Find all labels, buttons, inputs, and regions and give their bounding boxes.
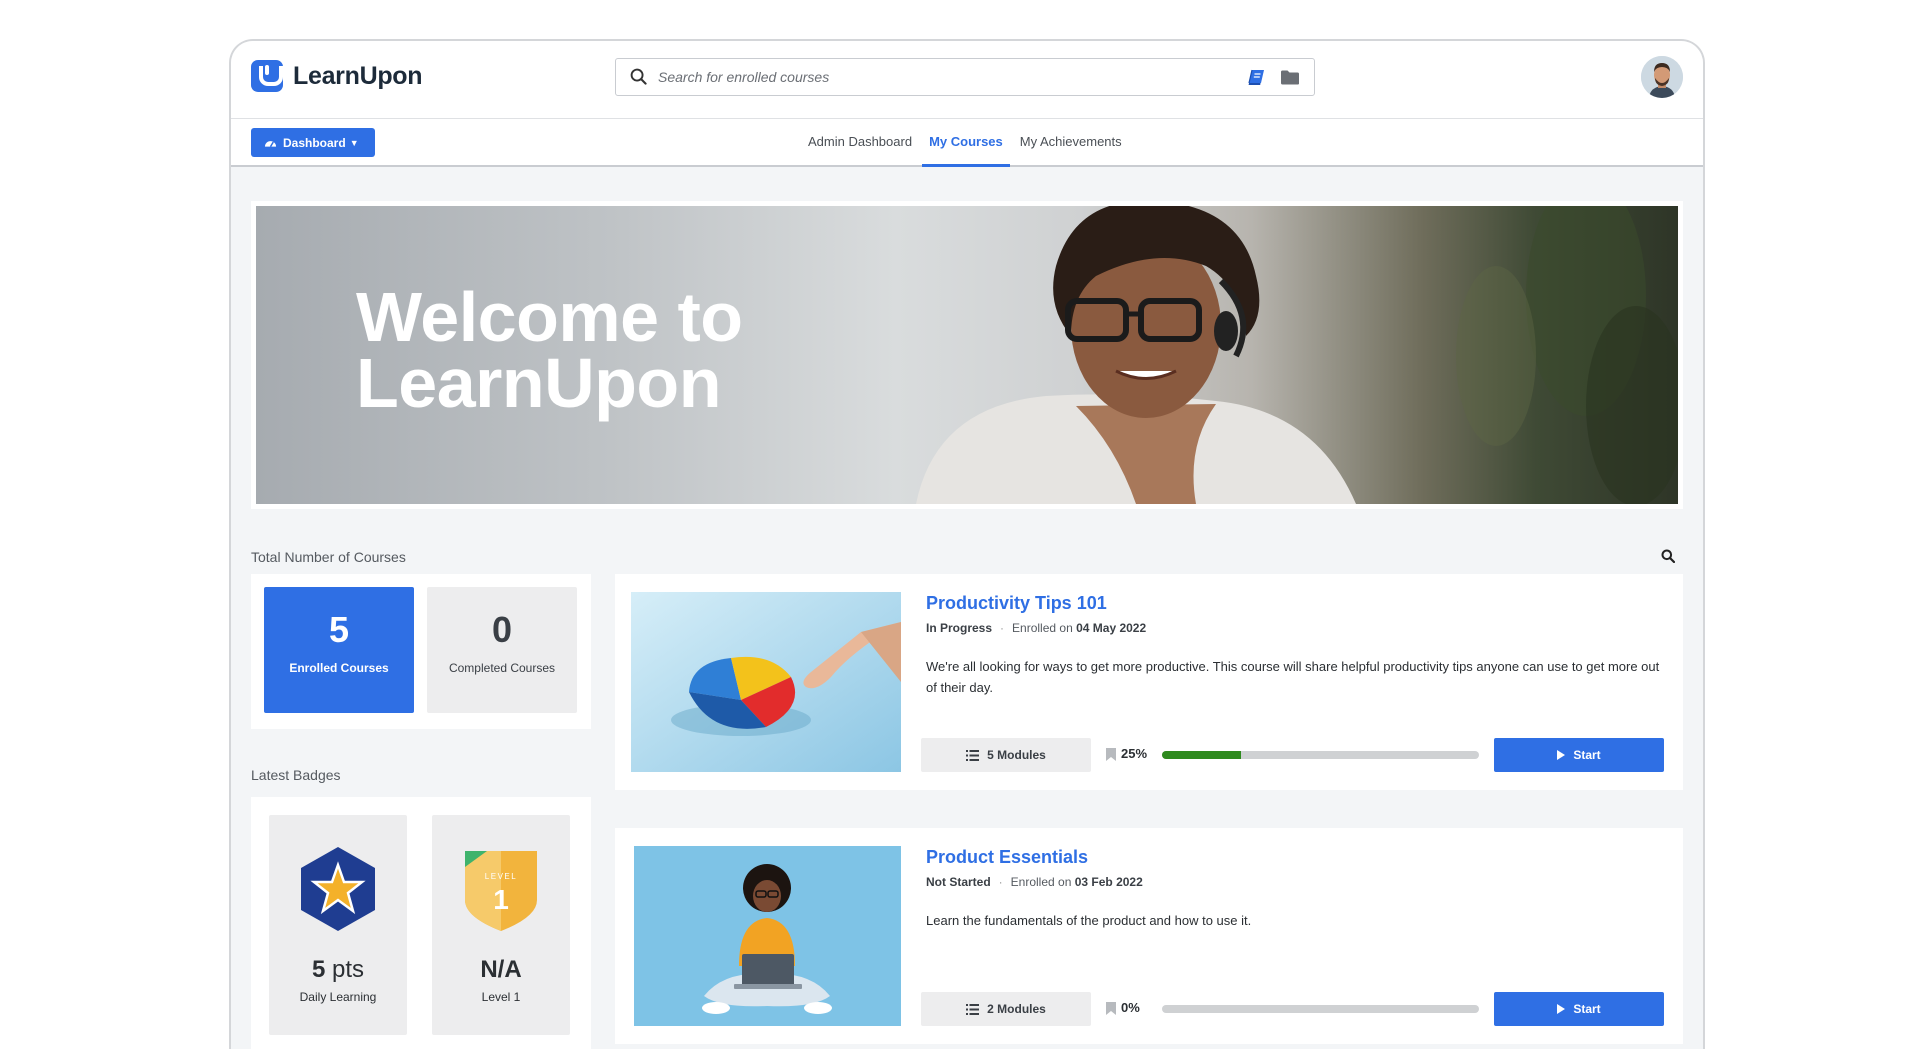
modules-button[interactable]: 5 Modules — [921, 738, 1091, 772]
latest-badges-card: 5 pts Daily Learning LEVEL 1 N/A Level 1 — [251, 797, 591, 1049]
progress-percent: 0% — [1121, 1000, 1140, 1015]
course-card-productivity-tips: Productivity Tips 101 In Progress · Enroll… — [615, 574, 1683, 790]
folder-icon[interactable] — [1280, 69, 1300, 86]
tab-my-courses[interactable]: My Courses — [922, 119, 1010, 167]
progress-bar — [1162, 751, 1479, 759]
book-icon[interactable] — [1248, 69, 1266, 86]
course-meta: Not Started · Enrolled on 03 Feb 2022 — [926, 875, 1143, 889]
banner-title-line-2: LearnUpon — [356, 344, 721, 422]
meta-separator: · — [1000, 621, 1005, 635]
badge-points-value: 5 — [311, 956, 326, 983]
student-laptop-thumbnail-image — [634, 846, 901, 1026]
badge-label: Level 1 — [481, 990, 521, 1004]
level-shield-badge-icon: LEVEL 1 — [465, 851, 537, 931]
progress-bar — [1162, 1005, 1479, 1013]
dashboard-button-label: Dashboard — [283, 135, 346, 150]
completed-courses-stat[interactable]: 0 Completed Courses — [427, 587, 577, 713]
enrolled-date: 04 May 2022 — [1076, 621, 1147, 635]
modules-button[interactable]: 2 Modules — [921, 992, 1091, 1026]
enrolled-label: Enrolled Courses — [289, 661, 389, 675]
welcome-banner: Welcome to LearnUpon — [251, 201, 1683, 509]
user-avatar-icon — [1641, 56, 1683, 98]
logo[interactable]: LearnUpon — [251, 60, 423, 92]
badge-level-1[interactable]: LEVEL 1 N/A Level 1 — [432, 815, 570, 1035]
dashboard-gauge-icon — [264, 141, 277, 148]
search-bar — [615, 58, 1315, 96]
course-thumbnail[interactable] — [631, 592, 901, 772]
list-icon — [966, 749, 980, 761]
tab-bar: Admin Dashboard My Courses My Achievemen… — [801, 119, 1132, 167]
course-list-search-icon[interactable] — [1661, 549, 1675, 563]
enrolled-courses-stat[interactable]: 5 Enrolled Courses — [264, 587, 414, 713]
course-card-product-essentials: Product Essentials Not Started · Enrolled … — [615, 828, 1683, 1044]
badge-level-text: LEVEL — [485, 872, 517, 881]
list-icon — [966, 1003, 980, 1015]
course-description: Learn the fundamentals of the product an… — [926, 913, 1252, 928]
course-title-link[interactable]: Product Essentials — [926, 847, 1088, 868]
progress-percent: 25% — [1121, 746, 1148, 761]
logo-mark-icon — [251, 60, 283, 92]
course-meta: In Progress · Enrolled on 04 May 2022 — [926, 621, 1146, 635]
start-button-label: Start — [1573, 1002, 1601, 1016]
start-button-label: Start — [1573, 748, 1601, 762]
badge-daily-learning[interactable]: 5 pts Daily Learning — [269, 815, 407, 1035]
course-stats-card: 5 Enrolled Courses 0 Completed Courses — [251, 574, 591, 729]
banner-title-line-1: Welcome to — [356, 278, 743, 356]
completed-count: 0 — [491, 609, 513, 650]
course-status: In Progress — [926, 621, 993, 635]
enrolled-prefix: Enrolled on — [1010, 875, 1072, 889]
progress-bar-fill — [1162, 751, 1242, 759]
modules-label: 2 Modules — [987, 1002, 1046, 1016]
badge-points-unit: pts — [332, 956, 365, 983]
top-bar: LearnUpon — [231, 41, 1703, 119]
start-course-button[interactable]: Start — [1494, 738, 1664, 772]
chevron-down-icon: ▼ — [349, 137, 359, 148]
logo-text: LearnUpon — [293, 61, 423, 90]
enrolled-date: 03 Feb 2022 — [1074, 875, 1143, 889]
star-hexagon-badge-icon — [301, 847, 375, 931]
pie-chart-thumbnail-image — [631, 592, 901, 772]
badge-level-number: 1 — [493, 884, 509, 915]
enrolled-count: 5 — [328, 609, 350, 650]
sub-navigation: Dashboard ▼ Admin Dashboard My Courses M… — [231, 119, 1703, 167]
badge-points-value: N/A — [480, 956, 522, 983]
course-title-link[interactable]: Productivity Tips 101 — [926, 593, 1107, 614]
tab-admin-dashboard[interactable]: Admin Dashboard — [801, 119, 919, 167]
search-icon — [630, 68, 647, 85]
meta-separator: · — [998, 875, 1003, 889]
start-course-button[interactable]: Start — [1494, 992, 1664, 1026]
play-icon — [1557, 750, 1566, 760]
banner-image: Welcome to LearnUpon — [256, 206, 1678, 504]
total-courses-heading: Total Number of Courses — [251, 549, 406, 565]
latest-badges-heading: Latest Badges — [251, 767, 341, 783]
tab-my-achievements[interactable]: My Achievements — [1013, 119, 1129, 167]
play-icon — [1557, 1004, 1566, 1014]
app-window: LearnUpon Search for enrolled courses Da… — [229, 39, 1705, 1049]
avatar[interactable] — [1641, 56, 1683, 98]
bookmark-icon — [1106, 748, 1116, 761]
modules-label: 5 Modules — [987, 748, 1046, 762]
bookmark-icon — [1106, 1002, 1116, 1015]
banner-title: Welcome to LearnUpon — [356, 278, 743, 422]
course-thumbnail[interactable] — [634, 846, 901, 1026]
course-status: Not Started — [926, 875, 991, 889]
completed-label: Completed Courses — [448, 661, 556, 675]
badge-label: Daily Learning — [299, 990, 377, 1004]
course-description: We're all looking for ways to get more p… — [926, 659, 1660, 695]
dashboard-dropdown-button[interactable]: Dashboard ▼ — [251, 128, 375, 157]
search-input[interactable] — [658, 59, 1218, 95]
enrolled-prefix: Enrolled on — [1012, 621, 1073, 635]
